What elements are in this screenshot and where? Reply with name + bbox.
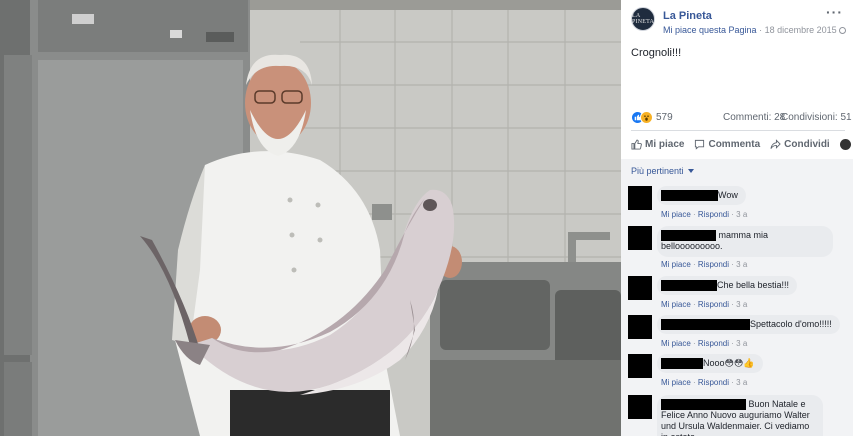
comment-like-link[interactable]: Mi piace [661, 260, 691, 269]
post-photo[interactable] [0, 0, 621, 436]
commenter-avatar-redacted[interactable] [628, 395, 652, 419]
photo-viewer: LA PINETA La Pineta Mi piace questa Pagi… [0, 0, 853, 436]
comment-text: Wow [718, 190, 738, 200]
comment-button-label: Commenta [708, 138, 761, 150]
post-actions: Mi piace Commenta Condividi [631, 136, 851, 152]
commenter-avatar-redacted[interactable] [628, 186, 652, 210]
commenter-name-redacted[interactable] [661, 399, 746, 410]
comment-actions: Mi piace · Rispondi · 3 a [661, 300, 748, 309]
post-meta: Mi piace questa Pagina · 18 dicembre 201… [663, 25, 846, 35]
comment-like-link[interactable]: Mi piace [661, 339, 691, 348]
comment-actions: Mi piace · Rispondi · 3 a [661, 260, 748, 269]
comment-bubble: Wow [657, 186, 746, 205]
commenter-name-redacted[interactable] [661, 230, 716, 241]
like-page-link[interactable]: Mi piace questa Pagina [663, 25, 757, 35]
wow-reaction-icon [640, 111, 653, 124]
comment-reply-link[interactable]: Rispondi [698, 260, 729, 269]
post-text: Crognoli!!! [631, 47, 682, 59]
more-options-icon[interactable]: ··· [826, 5, 843, 19]
page-avatar[interactable]: LA PINETA [631, 7, 655, 31]
comment-bubble: Buon Natale e Felice Anno Nuovo auguriam… [657, 395, 823, 436]
comment-count[interactable]: Commenti: 28 [723, 112, 785, 123]
comment-time[interactable]: 3 a [736, 300, 747, 309]
user-avatar [839, 138, 851, 150]
comment-icon [695, 139, 705, 150]
reaction-icons[interactable] [631, 111, 653, 124]
comment-text: Spettacolo d'omo!!!!! [750, 319, 832, 329]
share-icon [770, 138, 781, 149]
comment-reply-link[interactable]: Rispondi [698, 339, 729, 348]
chevron-down-icon [687, 169, 694, 173]
comment-actions: Mi piace · Rispondi · 3 a [661, 378, 748, 387]
comment-bubble: Spettacolo d'omo!!!!! [657, 315, 840, 334]
comment-actions: Mi piace · Rispondi · 3 a [661, 339, 748, 348]
profile-selector[interactable] [839, 138, 853, 150]
commenter-name-redacted[interactable] [661, 358, 703, 369]
comment-actions: Mi piace · Rispondi · 3 a [661, 210, 748, 219]
share-count[interactable]: Condivisioni: 51 [781, 112, 852, 123]
comment-like-link[interactable]: Mi piace [661, 300, 691, 309]
page-avatar-logo-text: LA PINETA [631, 13, 655, 25]
comment-time[interactable]: 3 a [736, 339, 747, 348]
post-side-panel: LA PINETA La Pineta Mi piace questa Pagi… [621, 0, 853, 436]
comment-like-link[interactable]: Mi piace [661, 378, 691, 387]
globe-icon [838, 27, 846, 34]
comment-reply-link[interactable]: Rispondi [698, 300, 729, 309]
comment-sort-dropdown[interactable]: Più pertinenti [631, 166, 694, 176]
commenter-name-redacted[interactable] [661, 319, 750, 330]
post-date[interactable]: 18 dicembre 2015 [765, 25, 837, 35]
thumbs-up-icon [631, 139, 642, 150]
comment-reply-link[interactable]: Rispondi [698, 210, 729, 219]
divider [631, 130, 845, 131]
commenter-avatar-redacted[interactable] [628, 315, 652, 339]
like-button-label: Mi piace [645, 138, 685, 150]
share-button[interactable]: Condividi [770, 139, 830, 150]
commenter-avatar-redacted[interactable] [628, 276, 652, 300]
like-button[interactable]: Mi piace [631, 139, 684, 150]
commenter-avatar-redacted[interactable] [628, 354, 652, 378]
comment-like-link[interactable]: Mi piace [661, 210, 691, 219]
comment-bubble: Nooo😳😳👍 [657, 354, 763, 373]
commenter-avatar-redacted[interactable] [628, 226, 652, 250]
comment-text: Che bella bestia!!! [717, 280, 790, 290]
comment-bubble: mamma mia bellooooooooo. [657, 226, 833, 257]
comment-reply-link[interactable]: Rispondi [698, 378, 729, 387]
page-name-link[interactable]: La Pineta [663, 10, 712, 22]
comment-sort-label: Più pertinenti [631, 166, 684, 176]
comment-time[interactable]: 3 a [736, 378, 747, 387]
reaction-count[interactable]: 579 [656, 112, 673, 123]
comment-time[interactable]: 3 a [736, 260, 747, 269]
comment-time[interactable]: 3 a [736, 210, 747, 219]
post-stats: 579 Commenti: 28 Condivisioni: 51 [631, 111, 852, 127]
comment-button[interactable]: Commenta [694, 139, 760, 150]
comment-text: Nooo😳😳👍 [703, 358, 755, 368]
comment-bubble: Che bella bestia!!! [657, 276, 798, 295]
photo-illustration [0, 0, 621, 436]
commenter-name-redacted[interactable] [661, 190, 718, 201]
commenter-name-redacted[interactable] [661, 280, 717, 291]
post-header: LA PINETA La Pineta Mi piace questa Pagi… [631, 5, 846, 41]
meta-separator: · [756, 25, 765, 35]
share-button-label: Condividi [784, 138, 830, 150]
